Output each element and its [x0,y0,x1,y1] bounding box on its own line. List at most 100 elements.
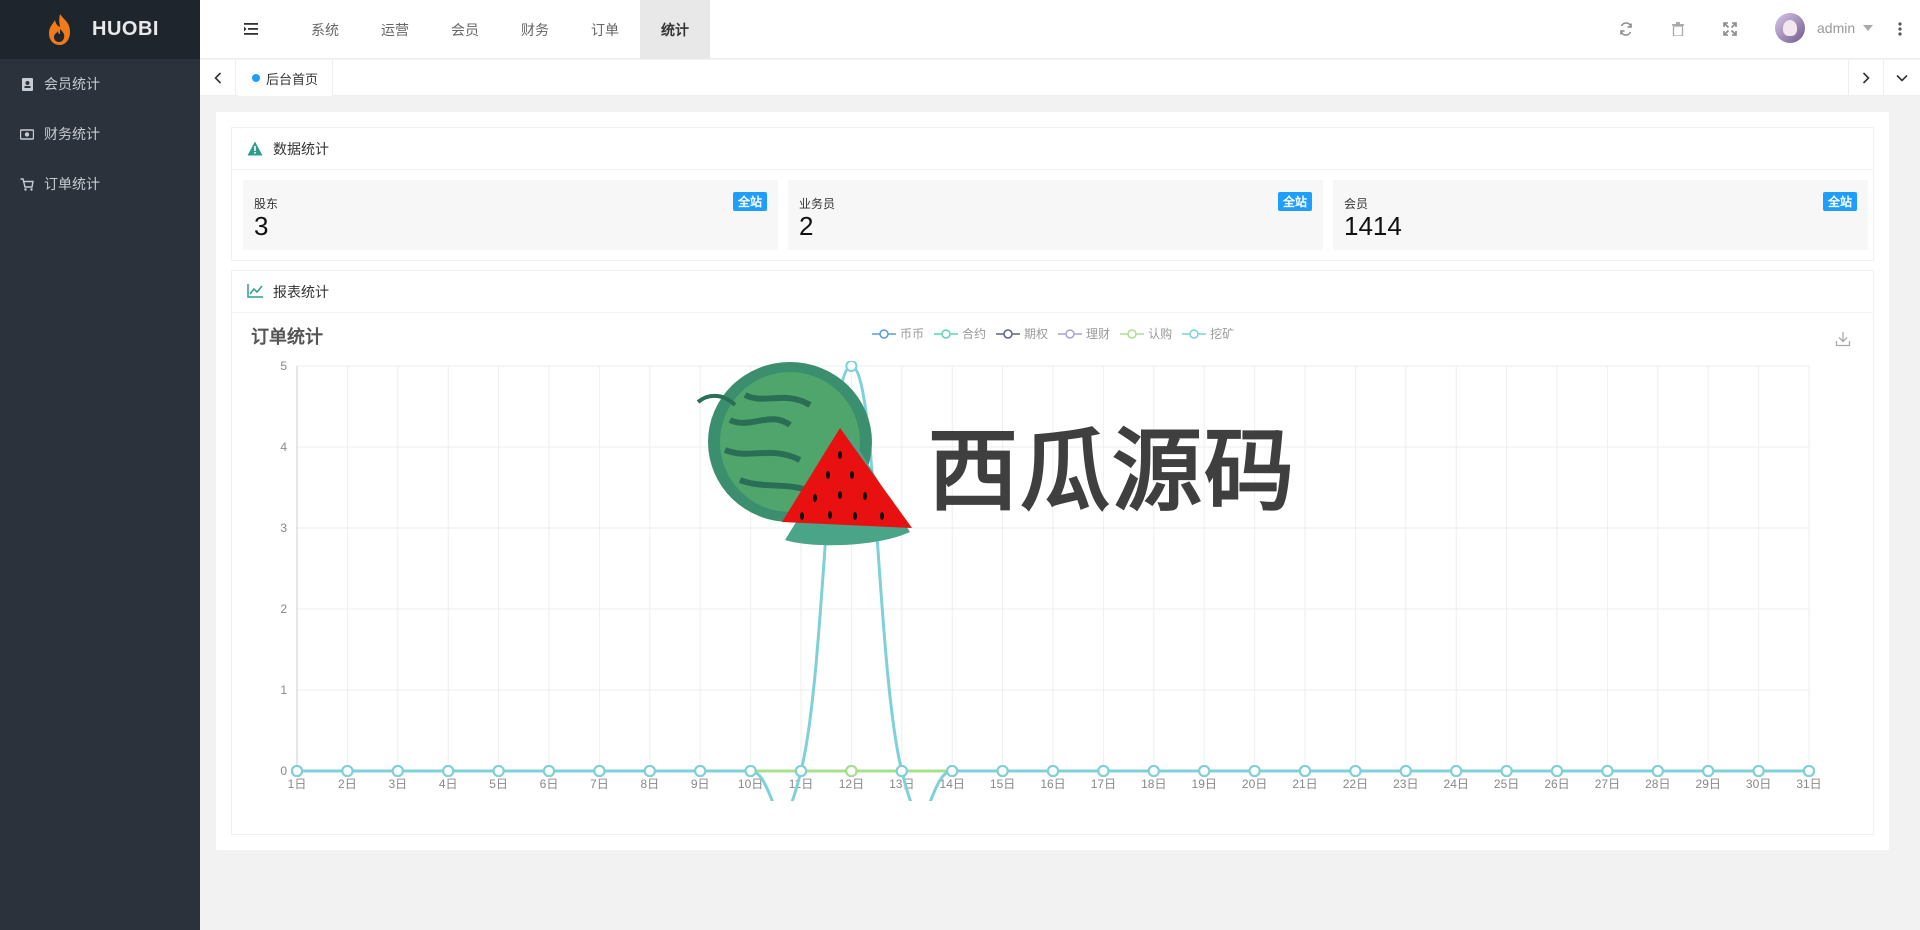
data-point [1651,765,1664,777]
x-tick-label: 1日 [288,777,307,791]
data-point [1047,765,1059,777]
sidebar-item-label: 会员统计 [44,76,100,92]
cart-icon [20,177,34,191]
tab-label: 后台首页 [266,71,319,87]
x-tick-label: 8日 [640,777,659,791]
top-header: 系统 运营 会员 财务 订单 统计 admin [200,0,1920,59]
money-icon [20,127,34,141]
user-menu[interactable]: admin [1775,13,1874,43]
x-tick-label: 24日 [1444,777,1469,791]
active-dot-icon [252,74,260,82]
legend-marker-icon [1058,328,1083,339]
tab-bar: 后台首页 [200,60,1920,96]
data-point [1803,765,1815,777]
legend-marker-icon [1120,328,1145,339]
logo[interactable]: HUOBI [0,0,200,59]
x-tick-label: 21日 [1292,777,1317,791]
more-vertical-icon[interactable] [1891,20,1909,38]
menu-indent-icon[interactable] [242,20,260,38]
data-point [996,765,1009,777]
download-icon[interactable] [1835,331,1853,349]
legend-item[interactable]: 期权 [996,325,1048,342]
watermelon-icon [696,362,912,546]
x-tick-label: 22日 [1343,777,1368,791]
y-tick-label: 5 [280,361,287,373]
nav-system[interactable]: 系统 [290,0,360,59]
nav-orders[interactable]: 订单 [570,0,640,59]
scope-badge: 全站 [1277,192,1312,211]
chevron-down-icon [1863,25,1874,31]
stat-card-salespeople: 业务员 2 全站 [788,180,1323,250]
x-tick-label: 23日 [1393,777,1418,791]
stat-label: 会员 [1344,197,1369,211]
line-chart-icon [247,283,263,300]
x-tick-label: 20日 [1242,777,1267,791]
top-nav: 系统 运营 会员 财务 订单 统计 [290,0,710,59]
x-tick-label: 25日 [1494,777,1519,791]
sidebar: HUOBI 会员统计 财务统计 订单统计 [0,0,200,930]
trash-icon[interactable] [1669,20,1687,38]
data-point [694,765,707,777]
nav-statistics[interactable]: 统计 [640,0,710,59]
avatar [1775,13,1805,43]
nav-operations[interactable]: 运营 [360,0,430,59]
legend-label: 币币 [900,327,925,341]
data-point [1198,765,1211,777]
data-point [442,765,455,777]
tab-home[interactable]: 后台首页 [238,60,334,96]
nav-members[interactable]: 会员 [430,0,500,59]
stat-label: 股东 [254,197,279,211]
sidebar-item-member-stats[interactable]: 会员统计 [0,59,200,109]
x-tick-label: 4日 [439,777,458,791]
x-tick-label: 29日 [1696,777,1721,791]
legend-label: 挖矿 [1210,327,1235,341]
x-tick-label: 15日 [990,777,1015,791]
x-tick-label: 6日 [540,777,559,791]
sidebar-item-label: 财务统计 [44,126,100,142]
y-tick-label: 2 [280,602,287,616]
data-point [341,765,354,777]
sidebar-item-order-stats[interactable]: 订单统计 [0,159,200,209]
legend-item[interactable]: 认购 [1120,325,1172,342]
x-tick-label: 2日 [338,777,357,791]
data-point [1500,765,1513,777]
panel-title: 报表统计 [273,283,329,300]
tab-menu-button[interactable] [1884,60,1920,96]
legend-label: 合约 [962,327,987,341]
x-tick-label: 14日 [940,777,965,791]
legend-marker-icon [996,328,1021,339]
legend-item[interactable]: 理财 [1058,325,1110,342]
data-point [895,765,908,777]
data-point [543,765,555,777]
legend-label: 认购 [1148,327,1173,341]
chart-legend: 币币 合约 期权 理财 认购 挖矿 [872,325,1244,342]
data-point [1299,765,1311,777]
data-point [1702,765,1715,777]
username: admin [1817,20,1856,36]
chevron-right-icon [1862,72,1870,84]
fullscreen-icon[interactable] [1721,20,1739,38]
nav-finance[interactable]: 财务 [500,0,570,59]
legend-label: 期权 [1024,327,1049,341]
data-point [1248,765,1261,777]
refresh-icon[interactable] [1617,20,1635,38]
data-point [391,765,404,777]
data-point [1349,765,1362,777]
x-tick-label: 13日 [889,777,914,791]
data-point [795,765,807,777]
data-point [946,765,959,777]
tab-scroll-left-button[interactable] [200,60,236,96]
legend-marker-icon [872,328,896,339]
x-tick-label: 9日 [691,777,710,791]
chevron-down-icon [1896,74,1908,82]
legend-item[interactable]: 挖矿 [1182,325,1234,342]
legend-item[interactable]: 币币 [872,325,924,342]
sidebar-item-finance-stats[interactable]: 财务统计 [0,109,200,159]
data-point [845,765,858,777]
data-point [1399,765,1412,777]
tab-scroll-right-button[interactable] [1848,60,1884,96]
data-point [593,765,606,777]
huobi-flame-icon [49,13,70,45]
legend-item[interactable]: 合约 [934,325,986,342]
scope-badge: 全站 [732,192,767,211]
